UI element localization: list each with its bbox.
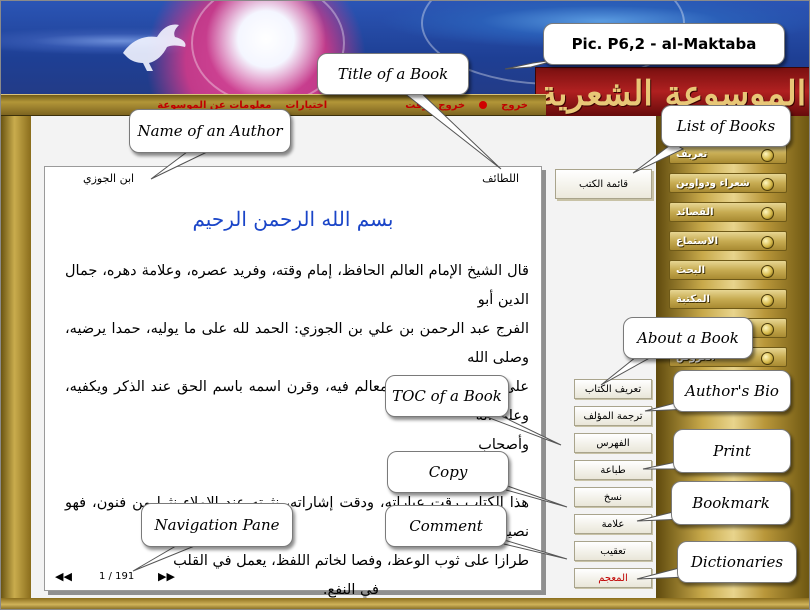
last-page-icon[interactable]: ▶▶ [158, 570, 175, 583]
knob-icon [761, 149, 774, 162]
left-gold-border [1, 116, 31, 609]
book-title: اللطائف [482, 172, 519, 185]
list-of-books-button[interactable]: قائمة الكتب [555, 169, 652, 199]
navigation-pane: ◀◀ 1 / 191 ▶▶ [55, 568, 185, 584]
callout-bookmark: Bookmark [671, 481, 791, 525]
first-page-icon[interactable]: ◀◀ [55, 570, 72, 583]
dictionaries-button[interactable]: المعجم [574, 568, 652, 588]
knob-icon [761, 178, 774, 191]
print-button[interactable]: طباعة [574, 460, 652, 480]
book-text: قال الشيخ الإمام العالم الحافظ، إمام وقت… [65, 257, 529, 605]
toc-button[interactable]: الفهرس [574, 433, 652, 453]
side-menu-intro[interactable]: تعريف [669, 144, 787, 164]
knob-icon [761, 265, 774, 278]
text-line: قال الشيخ الإمام العالم الحافظ، إمام وقت… [65, 263, 529, 308]
bookmark-button[interactable]: علامة [574, 514, 652, 534]
knob-icon [761, 352, 774, 365]
exit-dot-icon [479, 101, 488, 109]
text-line: الفرج عبد الرحمن بن علي بن الجوزي: الحمد… [65, 321, 529, 366]
callout-dictionaries: Dictionaries [677, 541, 797, 583]
knob-icon [761, 294, 774, 307]
about-book-button[interactable]: تعريف الكتاب [574, 379, 652, 399]
comment-button[interactable]: تعقيب [574, 541, 652, 561]
horse-illustration [123, 24, 186, 71]
menu-item-options[interactable]: اختيارات [285, 100, 327, 111]
menu-item-exit[interactable]: خروج [501, 100, 528, 111]
basmala-heading: بسم الله الرحمن الرحيم [192, 207, 394, 231]
callout-copy: Copy [387, 451, 509, 493]
side-menu-poems[interactable]: القصائد [669, 202, 787, 222]
knob-icon [761, 207, 774, 220]
author-bio-button[interactable]: ترجمة المؤلف [574, 406, 652, 426]
callout-about-book: About a Book [623, 317, 753, 359]
callout-pic-label: Pic. P6,2 - al-Maktaba [543, 23, 785, 65]
app-window: الموسوعة الشعرية خروج خروج مؤقت اختيارات… [0, 0, 810, 610]
callout-toc: TOC of a Book [385, 375, 509, 417]
callout-comment: Comment [385, 505, 507, 547]
knob-icon [761, 236, 774, 249]
page-counter: 1 / 191 [99, 570, 135, 582]
callout-navigation-pane: Navigation Pane [141, 503, 293, 547]
knob-icon [761, 323, 774, 336]
callout-list-of-books: List of Books [661, 105, 791, 147]
callout-title-of-book: Title of a Book [317, 53, 469, 95]
callout-name-of-author: Name of an Author [129, 109, 291, 153]
callout-print: Print [673, 429, 791, 473]
side-menu-library[interactable]: المكتبة [669, 289, 787, 309]
copy-button[interactable]: نسخ [574, 487, 652, 507]
menu-item-temp-exit[interactable]: خروج مؤقت [405, 100, 465, 111]
side-menu-search[interactable]: البحث [669, 260, 787, 280]
callout-author-bio: Author's Bio [673, 370, 791, 412]
side-menu-listen[interactable]: الاستماع [669, 231, 787, 251]
book-author: ابن الجوزي [83, 172, 135, 185]
side-menu-poets[interactable]: شعراء ودواوين [669, 173, 787, 193]
